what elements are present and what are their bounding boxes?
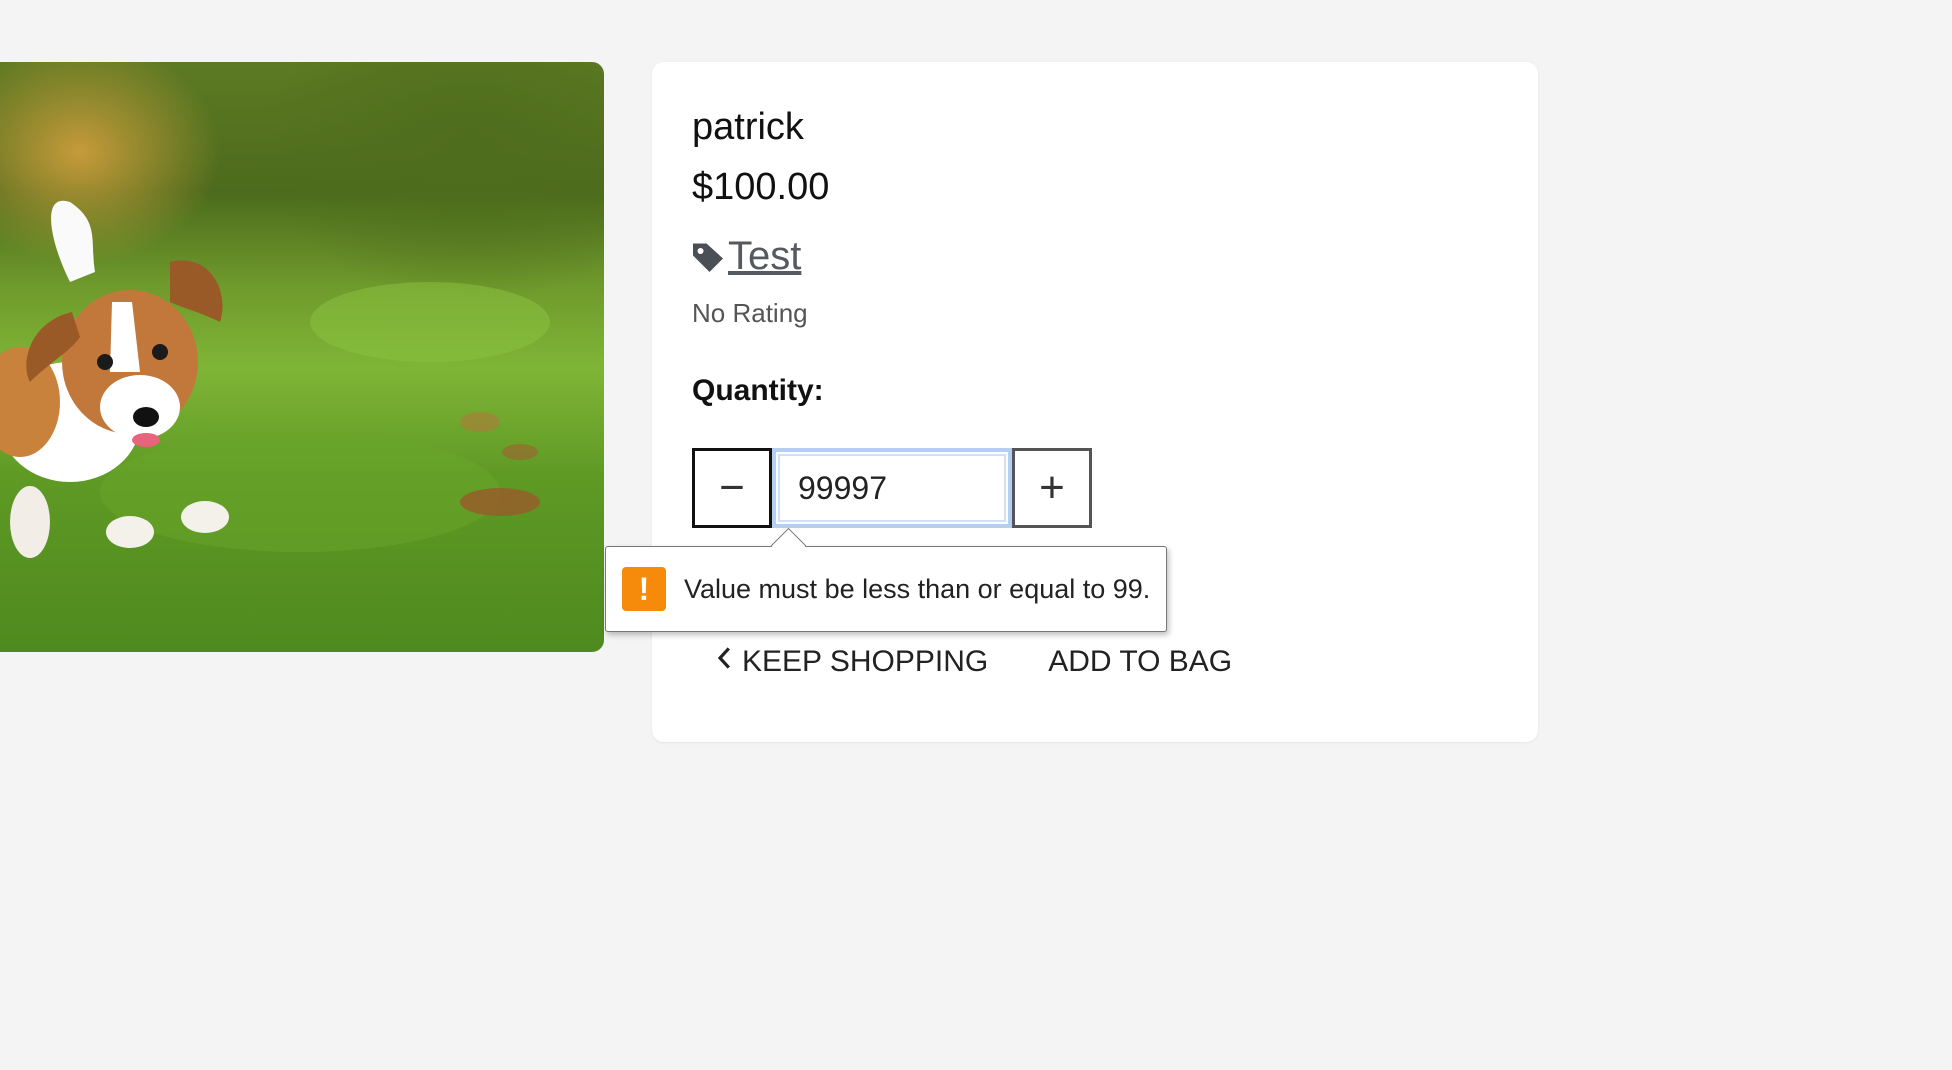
product-image: [0, 62, 604, 652]
product-price: $100.00: [692, 166, 830, 208]
add-to-bag-label: ADD TO BAG: [1048, 644, 1233, 678]
quantity-input[interactable]: [772, 448, 1012, 528]
validation-message: Value must be less than or equal to 99.: [684, 573, 1151, 604]
warning-icon: !: [622, 567, 666, 611]
decrease-quantity-button[interactable]: −: [692, 448, 772, 528]
chevron-left-icon: [716, 642, 732, 681]
keep-shopping-button[interactable]: KEEP SHOPPING: [716, 642, 988, 681]
minus-icon: −: [719, 463, 745, 512]
validation-tooltip: ! Value must be less than or equal to 99…: [605, 527, 1168, 632]
increase-quantity-button[interactable]: +: [1012, 448, 1092, 528]
quantity-label: Quantity:: [692, 374, 824, 407]
product-details-card: patrick $100.00 Test No Rating Quantity:…: [652, 62, 1538, 742]
page: patrick $100.00 Test No Rating Quantity:…: [0, 0, 1952, 1070]
plus-icon: +: [1039, 463, 1065, 512]
product-title: patrick: [692, 106, 804, 148]
quantity-stepper: − +: [692, 448, 1092, 528]
keep-shopping-label: KEEP SHOPPING: [742, 644, 989, 678]
category-tag-label: Test: [728, 234, 802, 278]
card-actions: KEEP SHOPPING ADD TO BAG: [716, 642, 1232, 681]
add-to-bag-button[interactable]: ADD TO BAG: [1048, 645, 1232, 679]
rating-text: No Rating: [692, 298, 808, 328]
category-tag-link[interactable]: Test: [690, 234, 801, 279]
tag-icon: [690, 239, 726, 275]
